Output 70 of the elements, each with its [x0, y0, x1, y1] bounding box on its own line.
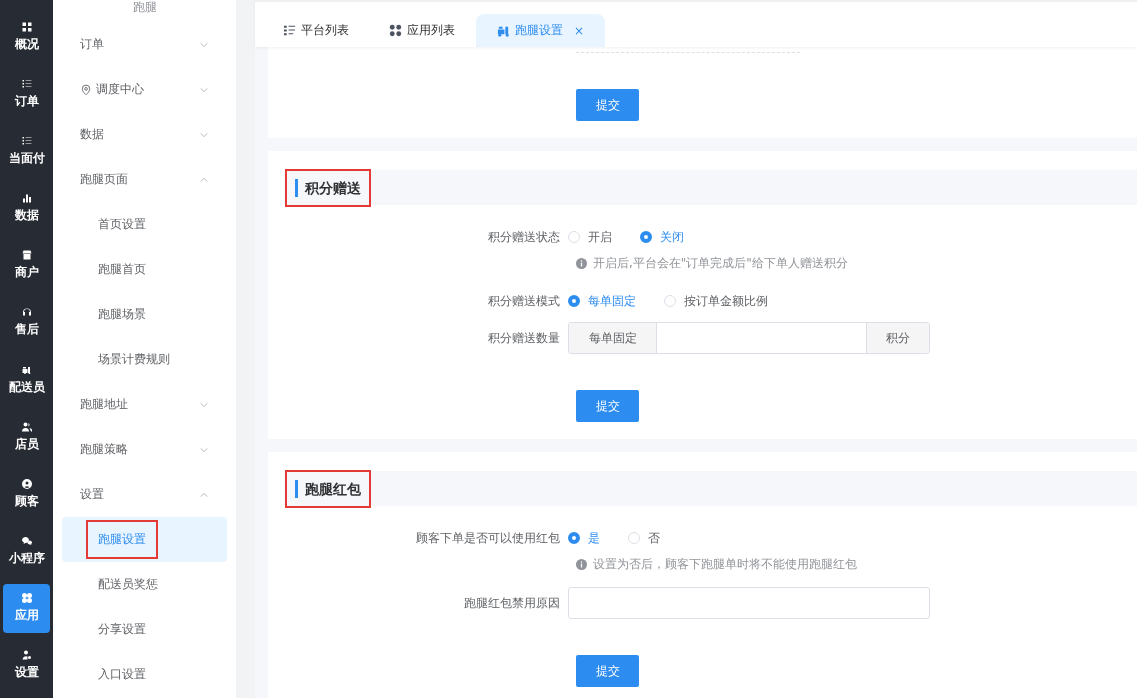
submenu-item-label: 配送员奖惩 — [98, 576, 158, 593]
radio-option[interactable]: 否 — [628, 529, 660, 547]
menu-group[interactable]: 订单 — [62, 22, 227, 67]
radio-option[interactable]: 按订单金额比例 — [664, 292, 768, 310]
nav-item[interactable]: 售后 — [3, 297, 50, 348]
nav-item[interactable]: 订单 — [3, 69, 50, 119]
section-title: 积分赠送 — [295, 178, 361, 197]
location-pin-icon — [80, 83, 92, 96]
nav-icon — [20, 420, 33, 433]
input-suffix: 积分 — [866, 323, 929, 353]
submenu-item-label: 首页设置 — [98, 216, 146, 233]
submenu-item-label: 分享设置 — [98, 621, 146, 638]
nav-item[interactable]: 数据 — [3, 183, 50, 233]
nav-item[interactable]: 配送员 — [3, 355, 50, 405]
nav-item[interactable]: 顾客 — [3, 469, 50, 519]
nav-icon — [20, 20, 33, 33]
nav-icon — [20, 306, 33, 319]
submenu-item-label: 入口设置 — [98, 666, 146, 683]
submenu-item-label: 跑腿设置 — [86, 520, 158, 559]
section-title: 跑腿红包 — [295, 479, 361, 498]
menu-group[interactable]: 数据 — [62, 112, 227, 157]
submenu-title: 跑腿 — [131, 0, 158, 16]
nav-icon — [20, 249, 33, 262]
info-icon — [576, 257, 587, 269]
submenu-item[interactable]: 场景计费规则 — [62, 337, 227, 382]
list-icon — [283, 24, 296, 37]
input-prefix: 每单固定 — [569, 323, 657, 353]
submenu-item[interactable]: 配送员奖惩 — [62, 562, 227, 607]
menu-group[interactable]: 调度中心 — [62, 67, 227, 112]
submenu-item[interactable]: 入口设置 — [62, 652, 227, 697]
form-label: 积分赠送模式 — [487, 292, 561, 310]
grid-icon — [389, 24, 402, 37]
radio-option[interactable]: 关闭 — [640, 228, 684, 246]
nav-icon — [20, 192, 33, 205]
nav-item[interactable]: 设置 — [3, 640, 50, 691]
submenu-item-label: 跑腿场景 — [98, 306, 146, 323]
radio-option[interactable]: 开启 — [568, 228, 612, 246]
form-label: 顾客下单是否可以使用红包 — [415, 529, 561, 547]
submenu-item-label: 场景计费规则 — [98, 351, 170, 368]
nav-icon — [20, 592, 33, 605]
menu-group[interactable]: 跑腿页面 — [62, 157, 227, 202]
submenu-item[interactable]: 分享设置 — [62, 607, 227, 652]
text-input-field[interactable] — [568, 587, 930, 619]
points-input-field[interactable]: 每单固定 积分 — [568, 322, 930, 354]
nav-item[interactable]: 商户 — [3, 240, 50, 290]
radio-option[interactable]: 是 — [568, 529, 600, 547]
nav-item[interactable]: 当面付 — [3, 126, 50, 176]
hint-text: 设置为否后，顾客下跑腿单时将不能使用跑腿红包 — [593, 555, 857, 573]
nav-icon — [20, 477, 33, 490]
hint-text: 开启后,平台会在"订单完成后"给下单人赠送积分 — [593, 254, 848, 272]
info-icon — [576, 558, 587, 570]
tab[interactable]: 平台列表 — [264, 14, 366, 47]
form-label: 积分赠送状态 — [487, 228, 561, 246]
form-label: 积分赠送数量 — [487, 329, 561, 347]
submenu-item[interactable]: 首页设置 — [62, 202, 227, 247]
submenu-item[interactable]: 跑腿首页 — [62, 247, 227, 292]
nav-icon — [20, 649, 33, 662]
nav-item[interactable]: 小程序 — [3, 526, 50, 576]
nav-item[interactable]: 概况 — [3, 12, 50, 62]
form-label: 跑腿红包禁用原因 — [463, 594, 561, 612]
radio-option[interactable]: 每单固定 — [568, 292, 636, 310]
menu-group[interactable]: 设置 — [62, 472, 227, 517]
nav-icon — [20, 535, 33, 548]
tab[interactable]: 应用列表 — [370, 14, 472, 47]
nav-item[interactable]: 店员 — [3, 412, 50, 462]
menu-group[interactable]: 跑腿策略 — [62, 427, 227, 472]
submenu-item[interactable]: 跑腿场景 — [62, 292, 227, 337]
scooter-icon — [497, 24, 510, 37]
menu-group[interactable]: 跑腿地址 — [62, 382, 227, 427]
submenu-item-label: 跑腿首页 — [98, 261, 146, 278]
